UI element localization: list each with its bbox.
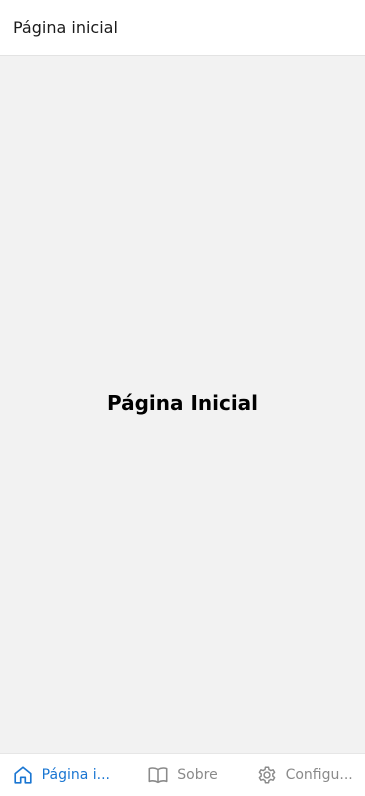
app-window: Página inicial Página Inicial Página i..… <box>0 0 365 796</box>
gear-icon <box>256 764 278 786</box>
tab-settings[interactable]: Configu... <box>243 754 365 796</box>
page-title: Página inicial <box>13 18 118 37</box>
top-app-bar: Página inicial <box>0 0 365 56</box>
bottom-tab-bar: Página i... Sobre Configu... <box>0 753 365 796</box>
tab-about-label: Sobre <box>177 767 218 783</box>
main-content: Página Inicial <box>0 56 365 753</box>
tab-about[interactable]: Sobre <box>122 754 244 796</box>
home-icon <box>12 764 34 786</box>
content-heading: Página Inicial <box>106 390 259 415</box>
tab-home-label: Página i... <box>41 767 110 783</box>
book-icon <box>147 764 169 786</box>
tab-home[interactable]: Página i... <box>0 754 122 796</box>
tab-settings-label: Configu... <box>285 767 353 783</box>
